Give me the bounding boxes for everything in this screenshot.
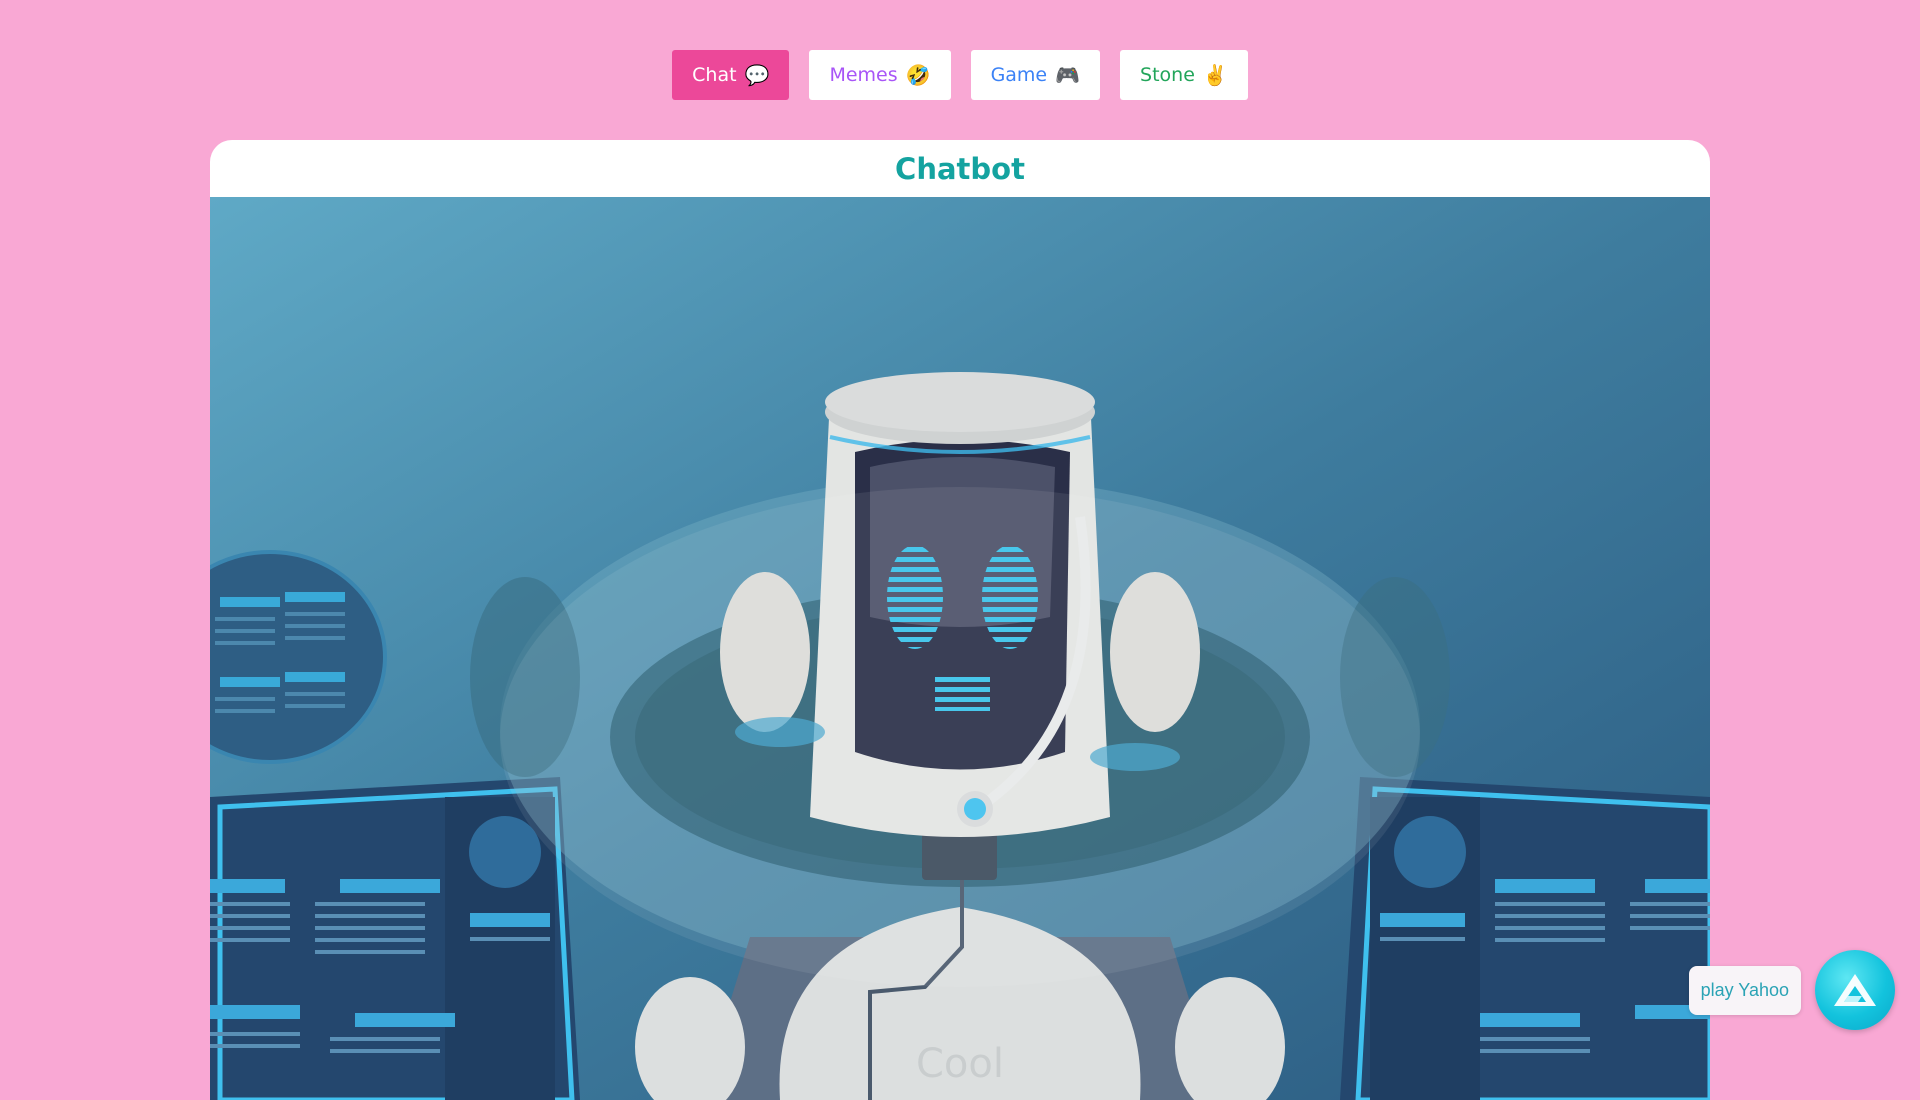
nav-stone-button[interactable]: Stone ✌️: [1120, 50, 1248, 100]
triangle-logo-icon: [1834, 974, 1876, 1006]
assistant-label[interactable]: play Yahoo: [1688, 965, 1801, 1015]
assistant-launcher-button[interactable]: [1815, 950, 1895, 1030]
laughing-face-icon: 🤣: [905, 63, 931, 87]
nav-memes-button[interactable]: Memes 🤣: [809, 50, 951, 100]
nav-memes-label: Memes: [829, 64, 898, 86]
victory-hand-icon: ✌️: [1202, 63, 1228, 87]
nav-stone-label: Stone: [1140, 64, 1195, 86]
robot-chest-label: Cool: [916, 1041, 1004, 1087]
nav-chat-button[interactable]: Chat 💬: [672, 50, 790, 100]
robot-hero-illustration: Cool: [210, 197, 1710, 1100]
right-desk-monitor: [1340, 777, 1710, 1100]
nav-game-label: Game: [990, 64, 1048, 86]
left-desk-monitor: [210, 777, 580, 1100]
assistant-widget: play Yahoo: [1688, 950, 1895, 1030]
speech-bubble-icon: 💬: [744, 63, 770, 87]
nav-chat-label: Chat: [692, 64, 737, 86]
card-title: Chatbot: [895, 151, 1025, 186]
top-navigation: Chat 💬 Memes 🤣 Game 🎮 Stone ✌️: [0, 50, 1920, 100]
nav-game-button[interactable]: Game 🎮: [970, 50, 1101, 100]
chatbot-card: Chatbot Cool: [210, 140, 1710, 1100]
gamepad-icon: 🎮: [1055, 63, 1081, 87]
